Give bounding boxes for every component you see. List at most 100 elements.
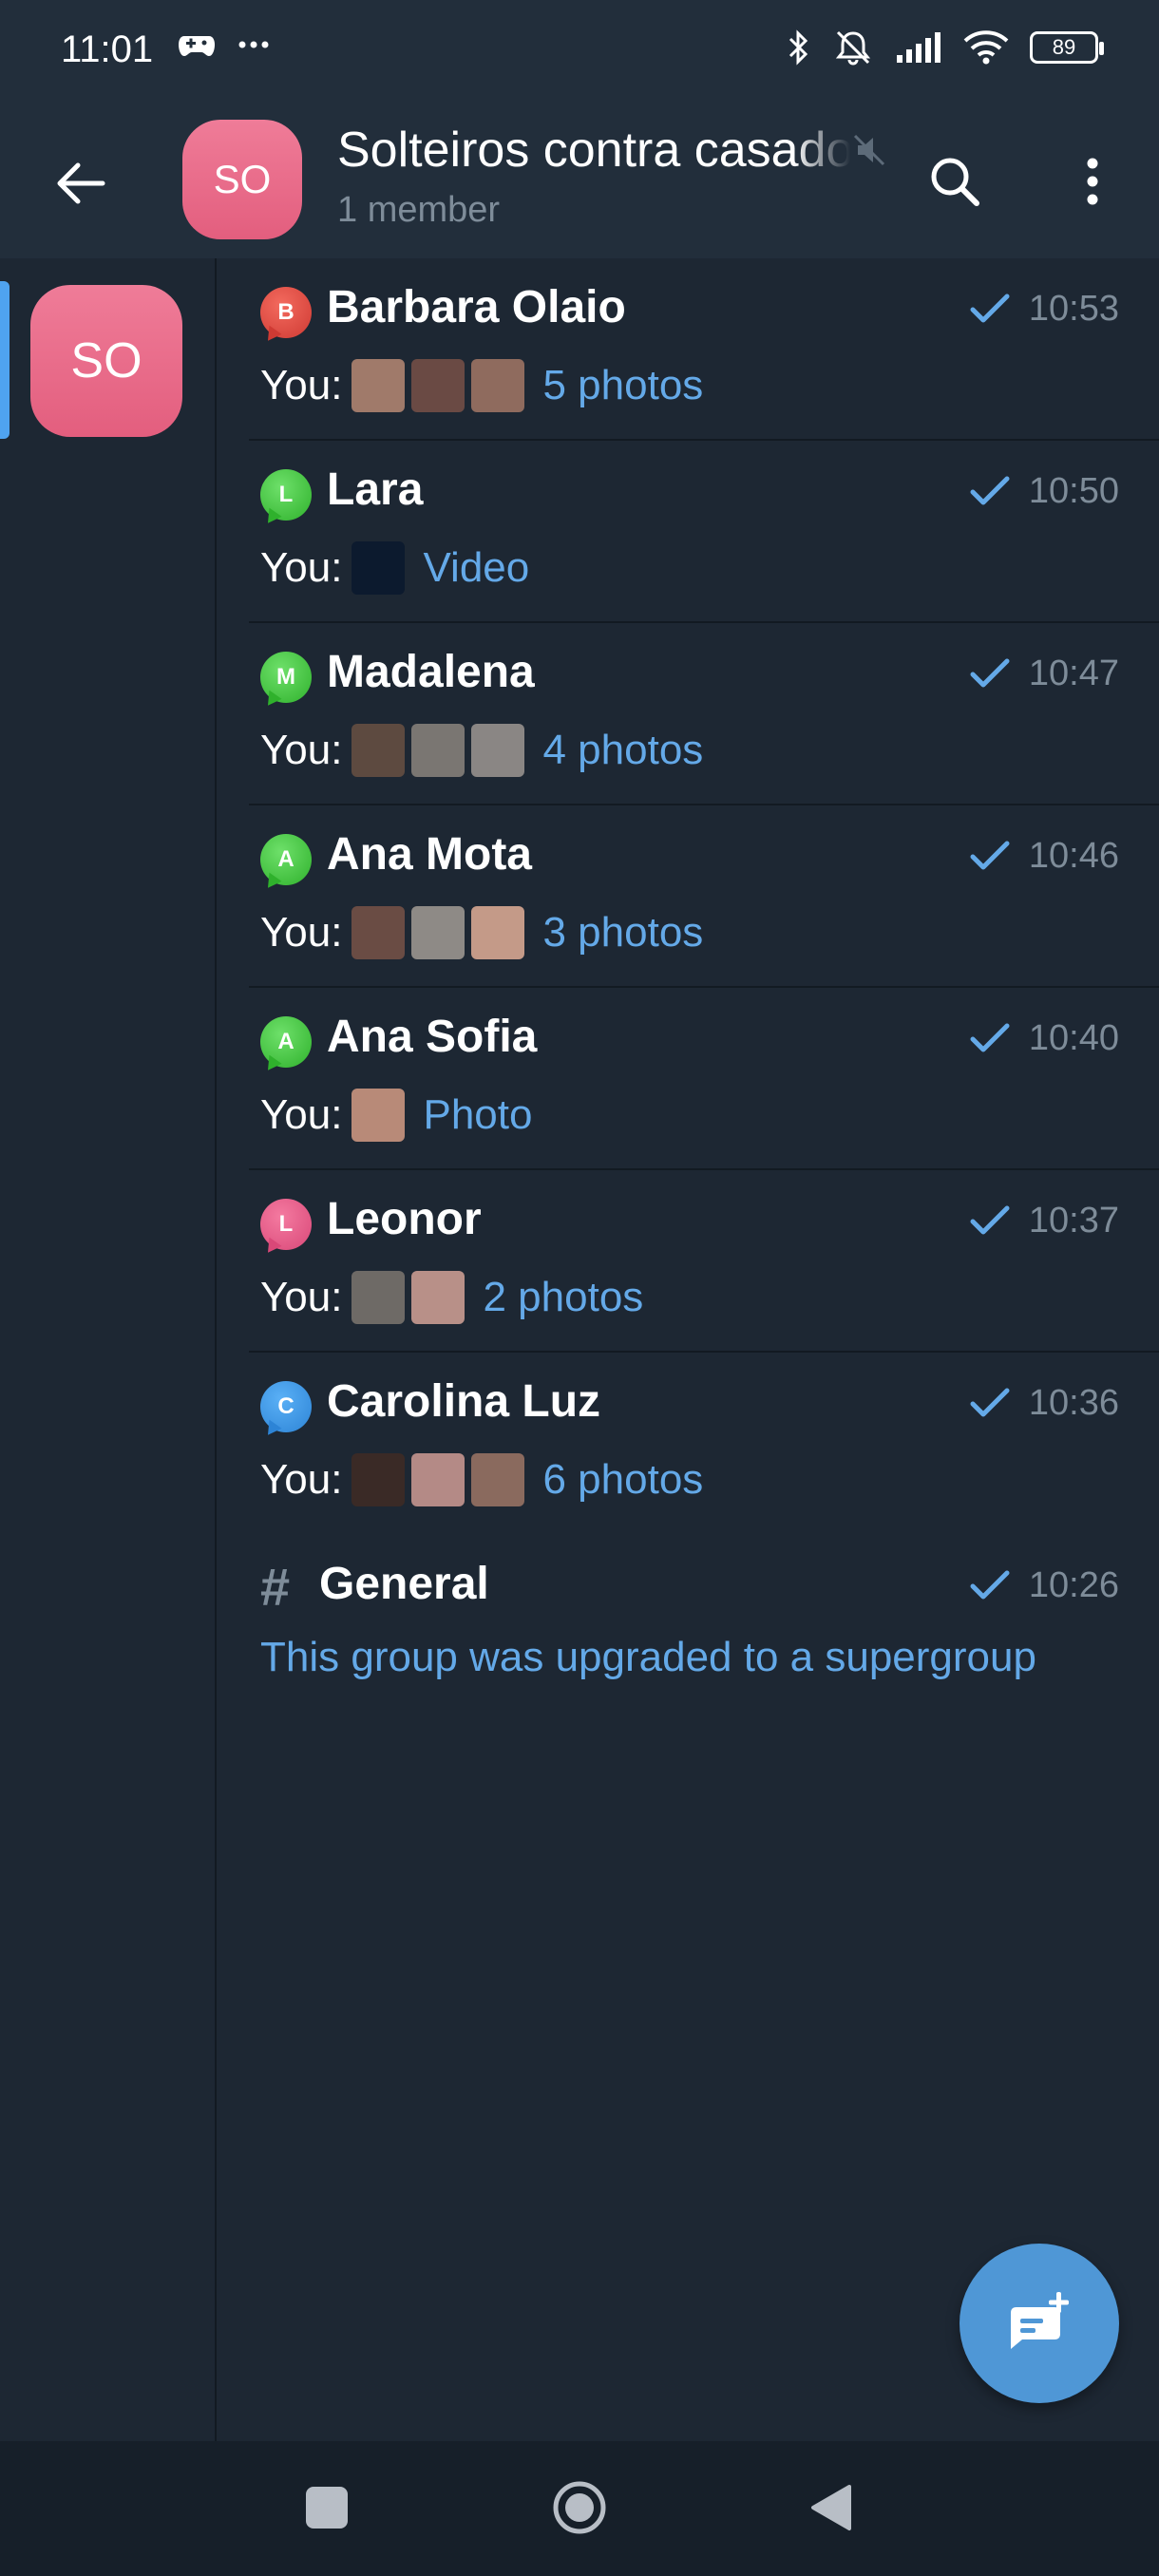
- media-thumbnail: [471, 724, 525, 777]
- topic-row[interactable]: C Carolina Luz 10:36 You: 6 photos: [249, 1353, 1159, 1535]
- back-button[interactable]: [48, 150, 114, 217]
- sender-prefix: You:: [260, 544, 343, 591]
- sent-check-icon: [970, 1388, 1010, 1417]
- sender-prefix: You:: [260, 362, 343, 408]
- member-count: 1 member: [337, 190, 501, 230]
- home-button[interactable]: [551, 2479, 608, 2536]
- arrow-left-icon: [57, 162, 105, 204]
- topic-name: Carolina Luz: [327, 1376, 601, 1427]
- group-avatar[interactable]: SO: [182, 120, 302, 239]
- topic-row[interactable]: A Ana Sofia 10:40 You: Photo: [249, 988, 1159, 1170]
- media-thumbnail: [352, 541, 406, 595]
- topic-bubble-icon: A: [260, 834, 312, 885]
- media-label: 4 photos: [542, 727, 704, 773]
- media-label: 5 photos: [542, 362, 704, 408]
- topic-list: B Barbara Olaio 10:53 You: 5 photos L Lara 10:5…: [249, 258, 1159, 1717]
- sender-prefix: You:: [260, 1274, 343, 1320]
- media-thumbnail: [411, 1453, 466, 1506]
- sender-prefix: You:: [260, 1091, 343, 1138]
- sent-check-icon: [970, 1570, 1010, 1600]
- sent-check-icon: [970, 294, 1010, 323]
- search-button[interactable]: [922, 148, 988, 215]
- topic-time: 10:47: [1028, 653, 1119, 693]
- media-thumbnail: [411, 906, 466, 959]
- forum-rail: SO: [0, 258, 217, 2443]
- topic-time: 10:26: [1028, 1565, 1119, 1605]
- muted-speaker-icon: [853, 134, 885, 166]
- new-topic-button[interactable]: [960, 2244, 1119, 2403]
- topic-time: 10:37: [1028, 1201, 1119, 1241]
- last-message-preview: You: 3 photos: [260, 904, 703, 961]
- topic-name: Ana Sofia: [327, 1012, 538, 1062]
- topic-bubble-icon: B: [260, 287, 312, 338]
- topic-name: Madalena: [327, 647, 535, 697]
- media-thumbnail: [411, 1271, 466, 1324]
- topic-row[interactable]: L Leonor 10:37 You: 2 photos: [249, 1170, 1159, 1353]
- sent-check-icon: [970, 476, 1010, 505]
- topic-time: 10:36: [1028, 1383, 1119, 1423]
- bluetooth-icon: [788, 29, 808, 66]
- topic-bubble-icon: A: [260, 1016, 312, 1068]
- media-label: Video: [423, 544, 530, 591]
- signal-icon: [897, 32, 940, 63]
- chat-header: SO Solteiros contra casados 1 member: [0, 104, 1159, 258]
- sent-check-icon: [970, 1205, 1010, 1235]
- hashtag-icon: #: [260, 1557, 291, 1617]
- bell-off-icon: [835, 30, 871, 66]
- system-navigation-bar: [0, 2441, 1159, 2576]
- topic-time: 10:40: [1028, 1018, 1119, 1058]
- topic-name: Barbara Olaio: [327, 282, 626, 332]
- media-thumbnail: [411, 359, 466, 412]
- topic-name: Ana Mota: [327, 829, 532, 880]
- media-thumbnail: [471, 906, 525, 959]
- new-topic-icon: [1011, 2292, 1069, 2349]
- media-thumbnail: [411, 724, 466, 777]
- status-time: 11:01: [61, 28, 154, 70]
- last-message-preview: You: 6 photos: [260, 1451, 703, 1508]
- topic-row-general[interactable]: # General 10:26 This group was upgraded …: [249, 1535, 1159, 1717]
- status-right-icons: 89: [787, 28, 1104, 66]
- status-bar: 11:01 89: [0, 0, 1159, 104]
- last-message-preview: You: Video: [260, 540, 529, 597]
- last-message-preview: You: 5 photos: [260, 357, 703, 414]
- media-thumbnail: [352, 724, 406, 777]
- media-label: 3 photos: [542, 909, 704, 956]
- sent-check-icon: [970, 1023, 1010, 1052]
- topic-time: 10:50: [1028, 471, 1119, 511]
- last-message-preview: You: 4 photos: [260, 722, 703, 779]
- topic-time: 10:53: [1028, 289, 1119, 329]
- back-nav-button[interactable]: [808, 2483, 855, 2532]
- topic-bubble-icon: L: [260, 469, 312, 521]
- topic-row[interactable]: L Lara 10:50 You: Video: [249, 441, 1159, 623]
- media-thumbnail: [352, 906, 406, 959]
- more-options-button[interactable]: [1064, 148, 1121, 215]
- topic-row[interactable]: A Ana Mota 10:46 You: 3 photos: [249, 805, 1159, 988]
- service-message: This group was upgraded to a supergroup: [260, 1634, 1036, 1680]
- more-dots-icon: [238, 41, 269, 48]
- sender-prefix: You:: [260, 1456, 343, 1503]
- sent-check-icon: [970, 841, 1010, 870]
- media-thumbnail: [352, 1089, 406, 1142]
- status-left-icons: [179, 30, 270, 59]
- group-title[interactable]: Solteiros contra casados: [337, 122, 850, 179]
- rail-group-avatar[interactable]: SO: [30, 285, 182, 437]
- media-thumbnail: [352, 359, 406, 412]
- media-thumbnail: [471, 1453, 525, 1506]
- media-thumbnail: [352, 1271, 406, 1324]
- topic-row[interactable]: M Madalena 10:47 You: 4 photos: [249, 623, 1159, 805]
- topic-time: 10:46: [1028, 836, 1119, 876]
- media-label: 6 photos: [542, 1456, 704, 1503]
- media-label: Photo: [423, 1091, 533, 1138]
- recent-apps-button[interactable]: [306, 2487, 348, 2529]
- game-controller-icon: [179, 36, 215, 56]
- battery-indicator: 89: [1030, 31, 1104, 64]
- topic-row[interactable]: B Barbara Olaio 10:53 You: 5 photos: [249, 258, 1159, 441]
- sent-check-icon: [970, 658, 1010, 688]
- media-thumbnail: [471, 359, 525, 412]
- topic-name: Leonor: [327, 1194, 482, 1244]
- topic-bubble-icon: M: [260, 652, 312, 703]
- vertical-dots-icon: [1087, 158, 1098, 205]
- active-indicator: [0, 281, 10, 439]
- topic-bubble-icon: L: [260, 1199, 312, 1250]
- media-thumbnail: [352, 1453, 406, 1506]
